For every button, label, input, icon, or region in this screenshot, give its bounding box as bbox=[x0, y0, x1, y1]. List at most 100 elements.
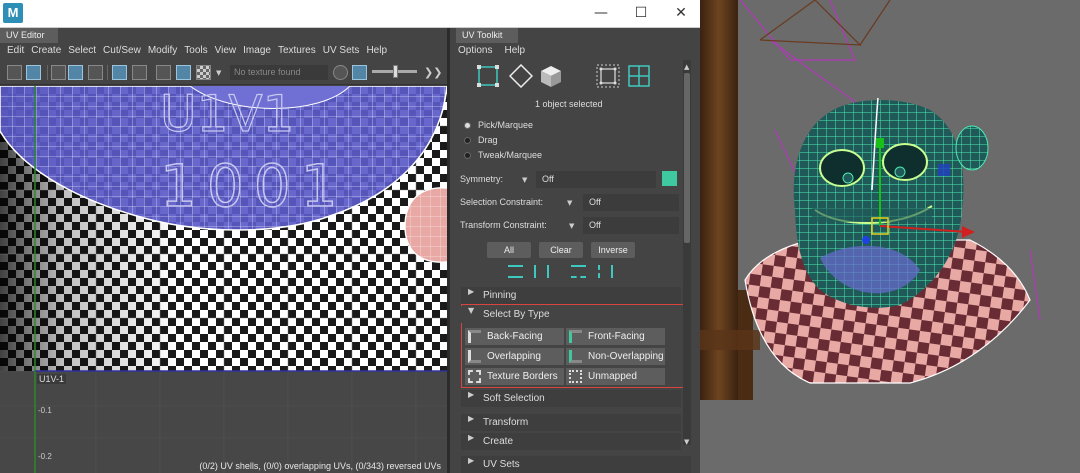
symmetry-select[interactable]: Off bbox=[536, 171, 656, 188]
section-transform[interactable]: ▶ Transform bbox=[461, 414, 681, 431]
toolkit-scrollbar-thumb[interactable] bbox=[684, 73, 690, 243]
3d-scene bbox=[700, 0, 1080, 473]
overlapping-label: Overlapping bbox=[487, 351, 541, 362]
select-shell-border-icon[interactable] bbox=[571, 265, 586, 278]
image-display-icon[interactable] bbox=[176, 65, 191, 80]
selection-constraint-select[interactable]: Off bbox=[583, 194, 679, 211]
menu-select[interactable]: Select bbox=[61, 43, 96, 59]
menu-view[interactable]: View bbox=[208, 43, 237, 59]
svg-text:1001: 1001 bbox=[160, 152, 348, 220]
transform-constraint-label: Transform Constraint: bbox=[460, 220, 547, 230]
select-along-border-icon[interactable] bbox=[598, 265, 613, 278]
non-overlapping-button[interactable]: Non-Overlapping bbox=[566, 348, 665, 365]
section-create-label: Create bbox=[483, 436, 514, 447]
section-select-by-type[interactable]: ▼ Select By Type bbox=[461, 306, 681, 323]
section-pinning[interactable]: ▶ Pinning bbox=[461, 287, 681, 304]
minimize-button[interactable]: — bbox=[591, 4, 611, 22]
collapse-select-by-type-icon: ▼ bbox=[468, 306, 475, 315]
uv-shell-select-icon[interactable] bbox=[596, 64, 620, 88]
uv-component-icon[interactable] bbox=[476, 64, 500, 88]
grid-display-icon[interactable] bbox=[112, 65, 127, 80]
symmetry-dropdown-icon[interactable]: ▼ bbox=[522, 176, 527, 184]
back-facing-icon bbox=[468, 330, 481, 343]
grow-selection-icon[interactable] bbox=[508, 265, 523, 278]
scroll-up-icon[interactable]: ▲ bbox=[684, 63, 689, 71]
menu-edit[interactable]: Edit bbox=[0, 43, 24, 59]
inverse-button[interactable]: Inverse bbox=[591, 242, 635, 258]
selection-constraint-dropdown-icon[interactable]: ▼ bbox=[567, 199, 572, 207]
uv-edge-icon[interactable] bbox=[509, 64, 533, 88]
select-all-button[interactable]: All bbox=[487, 242, 531, 258]
unmapped-label: Unmapped bbox=[588, 371, 637, 382]
menu-uv-sets[interactable]: UV Sets bbox=[316, 43, 360, 59]
section-uv-sets[interactable]: ▶ UV Sets bbox=[461, 456, 691, 473]
clear-button[interactable]: Clear bbox=[539, 242, 583, 258]
menu-options[interactable]: Options bbox=[450, 43, 492, 59]
menu-tools[interactable]: Tools bbox=[177, 43, 207, 59]
uv-shell-icon[interactable] bbox=[539, 64, 563, 88]
front-facing-icon bbox=[569, 330, 582, 343]
snapshot-icon[interactable] bbox=[156, 65, 171, 80]
section-pinning-label: Pinning bbox=[483, 290, 517, 301]
unmapped-button[interactable]: Unmapped bbox=[566, 368, 665, 385]
radio-tweak-marquee[interactable] bbox=[464, 152, 471, 159]
menu-create[interactable]: Create bbox=[24, 43, 61, 59]
menu-help[interactable]: Help bbox=[359, 43, 387, 59]
label-tweak-marquee: Tweak/Marquee bbox=[478, 150, 543, 160]
color-picker-icon[interactable] bbox=[333, 65, 348, 80]
expand-uv-sets-icon: ▶ bbox=[468, 456, 475, 465]
checker-pattern-icon[interactable] bbox=[196, 65, 211, 80]
expand-transform-icon: ▶ bbox=[468, 414, 475, 423]
section-soft-selection-label: Soft Selection bbox=[483, 393, 545, 404]
menu-modify[interactable]: Modify bbox=[141, 43, 177, 59]
symmetry-pin-icon[interactable] bbox=[662, 171, 677, 186]
uv-grid-icon[interactable] bbox=[627, 64, 651, 88]
shrink-selection-icon[interactable] bbox=[534, 265, 549, 278]
pixel-snap-icon[interactable] bbox=[132, 65, 147, 80]
uv-toolkit-menubar: Options Help bbox=[450, 43, 525, 59]
checker-toggle-icon[interactable] bbox=[26, 65, 41, 80]
section-transform-label: Transform bbox=[483, 417, 529, 428]
section-soft-selection[interactable]: ▶ Soft Selection bbox=[461, 390, 681, 407]
transform-constraint-select[interactable]: Off bbox=[583, 217, 679, 234]
radio-pick-marquee[interactable] bbox=[464, 122, 471, 129]
texture-borders-label: Texture Borders bbox=[487, 371, 558, 382]
checker-dropdown-icon[interactable]: ▼ bbox=[216, 69, 221, 77]
exposure-slider-handle[interactable] bbox=[393, 65, 398, 78]
back-facing-label: Back-Facing bbox=[487, 331, 543, 342]
overlapping-button[interactable]: Overlapping bbox=[465, 348, 564, 365]
3d-viewport[interactable] bbox=[700, 0, 1080, 473]
expand-create-icon: ▶ bbox=[468, 433, 475, 442]
radio-drag[interactable] bbox=[464, 137, 471, 144]
close-button[interactable]: ✕ bbox=[671, 4, 691, 22]
front-facing-label: Front-Facing bbox=[588, 331, 645, 342]
shaded-uv-icon[interactable] bbox=[68, 65, 83, 80]
toolbar-overflow-icon[interactable]: ❯❯ bbox=[424, 66, 442, 79]
section-create[interactable]: ▶ Create bbox=[461, 433, 681, 450]
transform-constraint-dropdown-icon[interactable]: ▼ bbox=[569, 222, 574, 230]
expand-pinning-icon: ▶ bbox=[468, 287, 475, 296]
uv-toolkit-tab[interactable]: UV Toolkit bbox=[456, 28, 518, 43]
maximize-button[interactable]: ☐ bbox=[631, 4, 651, 22]
scroll-down-icon[interactable]: ▼ bbox=[684, 438, 689, 446]
uv-editor-toolbar: ▼ No texture found ❯❯ bbox=[0, 60, 447, 85]
window-titlebar: M — ☐ ✕ bbox=[0, 0, 700, 28]
overlapping-icon bbox=[468, 350, 481, 363]
uv-viewport[interactable]: 1001 U1V1 U1V-1 -0.1 -0.2 (0/2) UV shell… bbox=[0, 86, 447, 473]
grid-toggle-icon[interactable] bbox=[7, 65, 22, 80]
menu-cut-sew[interactable]: Cut/Sew bbox=[96, 43, 141, 59]
label-pick-marquee: Pick/Marquee bbox=[478, 120, 534, 130]
uv-editor-tab[interactable]: UV Editor bbox=[0, 28, 58, 43]
front-facing-button[interactable]: Front-Facing bbox=[566, 328, 665, 345]
menu-toolkit-help[interactable]: Help bbox=[492, 43, 525, 59]
texture-borders-button[interactable]: Texture Borders bbox=[465, 368, 564, 385]
menu-image[interactable]: Image bbox=[236, 43, 271, 59]
texture-field[interactable]: No texture found bbox=[230, 65, 328, 80]
axis-label-neg02: -0.2 bbox=[38, 452, 52, 461]
image-channel-icon[interactable] bbox=[352, 65, 367, 80]
distortion-icon[interactable] bbox=[88, 65, 103, 80]
menu-textures[interactable]: Textures bbox=[271, 43, 316, 59]
frame-icon[interactable] bbox=[51, 65, 66, 80]
uv-canvas: 1001 U1V1 bbox=[0, 86, 447, 473]
back-facing-button[interactable]: Back-Facing bbox=[465, 328, 564, 345]
